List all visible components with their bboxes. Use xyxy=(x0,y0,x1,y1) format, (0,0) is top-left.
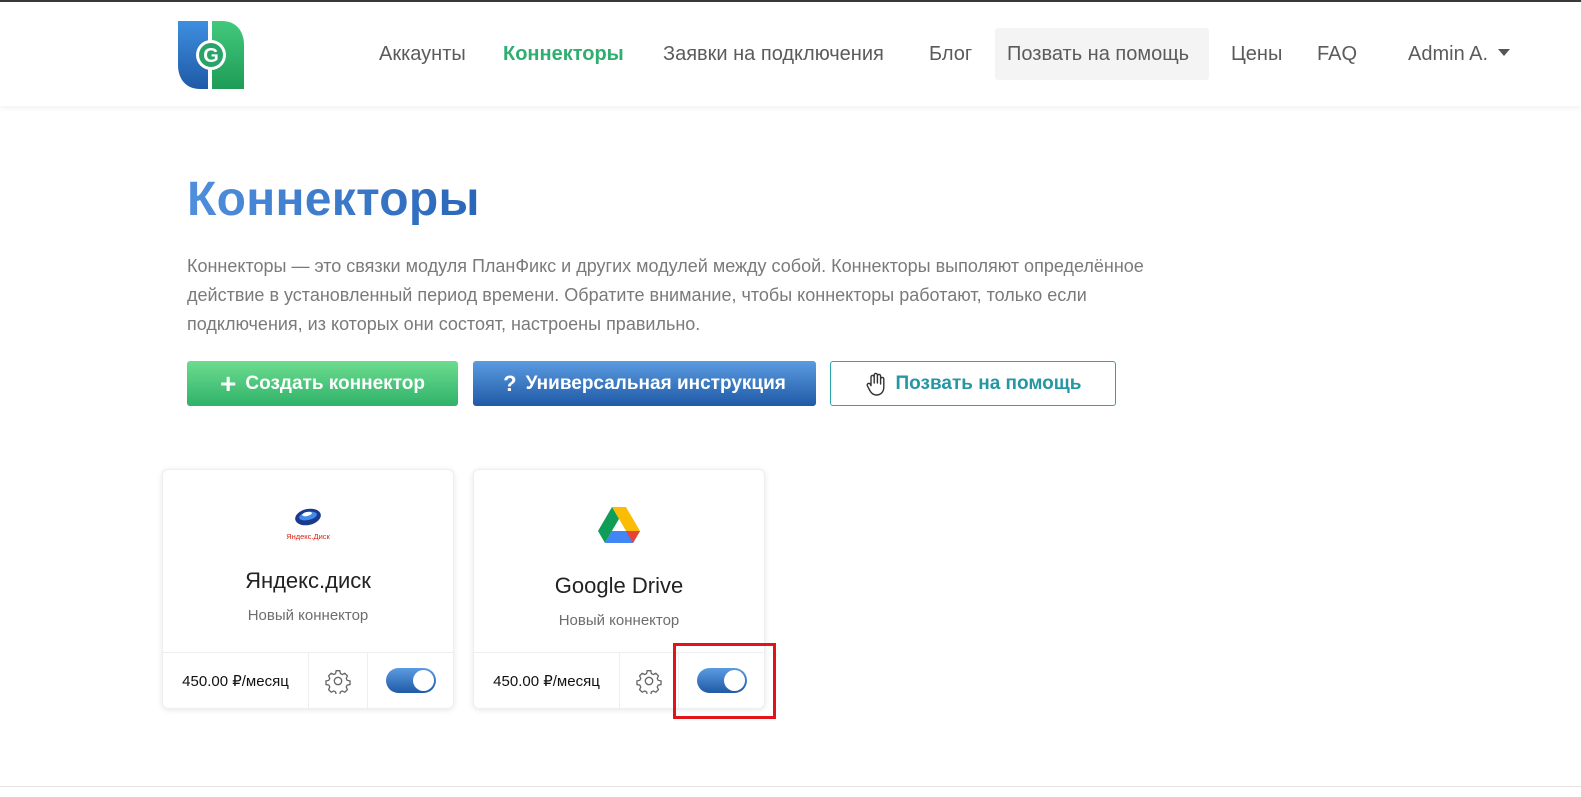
gear-icon xyxy=(636,669,662,694)
page-description: Коннекторы — это связки модуля ПланФикс … xyxy=(187,256,1144,334)
plus-icon: + xyxy=(220,367,237,399)
question-icon: ? xyxy=(503,370,517,396)
gear-icon xyxy=(325,669,351,694)
nav-prices[interactable]: Цены xyxy=(1219,28,1294,80)
connector-subtitle: Новый коннектор xyxy=(247,607,369,624)
connector-price: 450.00 ₽/месяц xyxy=(163,653,309,708)
nav-faq[interactable]: FAQ xyxy=(1305,28,1369,80)
nav-call-help[interactable]: Позвать на помощь xyxy=(995,28,1209,80)
user-menu[interactable]: Admin A. xyxy=(1396,28,1522,80)
top-navbar: G Аккаунты Коннекторы Заявки на подключе… xyxy=(0,2,1581,106)
connector-title: Google Drive xyxy=(554,573,684,598)
user-name: Admin A. xyxy=(1408,43,1489,65)
universal-guide-label: Универсальная инструкция xyxy=(525,372,786,394)
call-help-label: Позвать на помощь xyxy=(895,372,1082,394)
connector-price: 450.00 ₽/месяц xyxy=(474,653,620,708)
call-help-button[interactable]: Позвать на помощь xyxy=(830,361,1116,406)
create-connector-button[interactable]: + Создать коннектор xyxy=(187,361,458,406)
connector-card-yandex-disk: Яндекс.Диск Яндекс.диск Новый коннектор … xyxy=(162,469,454,709)
highlight-box xyxy=(673,643,776,719)
google-drive-icon xyxy=(598,507,640,543)
connector-subtitle: Новый коннектор xyxy=(558,612,680,629)
caret-down-icon xyxy=(1498,49,1511,56)
svg-text:G: G xyxy=(203,45,219,67)
nav-connection-requests[interactable]: Заявки на подключения xyxy=(651,28,896,80)
nav-blog[interactable]: Блог xyxy=(917,28,984,80)
connector-toggle[interactable] xyxy=(385,668,436,693)
create-connector-label: Создать коннектор xyxy=(245,372,425,394)
settings-button[interactable] xyxy=(309,653,368,708)
settings-button[interactable] xyxy=(620,653,679,708)
svg-text:Яндекс.Диск: Яндекс.Диск xyxy=(286,532,330,541)
page-title: Коннекторы xyxy=(187,173,480,226)
nav-accounts[interactable]: Аккаунты xyxy=(367,28,478,80)
hand-icon xyxy=(866,372,884,396)
yandex-disk-icon: Яндекс.Диск xyxy=(286,508,331,541)
toggle-knob xyxy=(412,670,434,691)
universal-guide-button[interactable]: ? Универсальная инструкция xyxy=(473,361,816,406)
connector-title: Яндекс.диск xyxy=(245,568,371,593)
brand-logo[interactable]: G xyxy=(176,19,246,91)
nav-connectors[interactable]: Коннекторы xyxy=(491,28,636,80)
connector-footer: 450.00 ₽/месяц xyxy=(163,652,453,708)
footer-divider xyxy=(0,786,1581,787)
